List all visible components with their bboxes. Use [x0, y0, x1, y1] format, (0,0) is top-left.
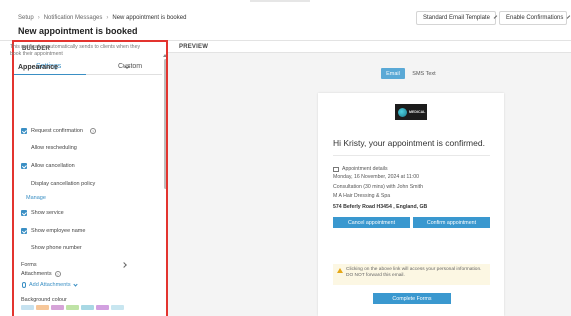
top-strip [0, 0, 571, 4]
calendar-icon [333, 166, 339, 172]
template-select[interactable]: Standard Email Template [416, 11, 498, 25]
colour-swatch-5[interactable] [96, 305, 109, 310]
chevron-down-icon [567, 15, 571, 19]
checkbox-unchecked-icon[interactable] [21, 145, 27, 151]
template-select-label: Standard Email Template [423, 15, 490, 21]
checkbox-unchecked-icon[interactable] [21, 245, 27, 251]
confirm-appointment-button[interactable]: Confirm appointment [413, 217, 490, 228]
breadcrumb-current: New appointment is booked [112, 15, 187, 21]
colour-swatch-2[interactable] [51, 305, 64, 310]
colour-swatch-4[interactable] [81, 305, 94, 310]
chevron-down-icon [72, 281, 78, 287]
warning-text: Clicking on the above link will access y… [346, 267, 482, 278]
option-label: Show employee name [31, 228, 86, 234]
business-name: M A Hair Dressing & Spa [333, 193, 391, 199]
add-attachments-link[interactable]: Add Attachments [22, 281, 78, 288]
warning-icon [337, 268, 343, 273]
appointment-service: Consultation (30 mins) with John Smith [333, 184, 423, 190]
option-label: Allow cancellation [31, 163, 75, 169]
background-colour-label: Background colour [21, 297, 67, 303]
option-label: Allow rescheduling [31, 145, 77, 151]
option-show-employee-name[interactable]: Show employee name [21, 227, 85, 235]
details-label: Appointment details [342, 166, 388, 172]
tab-custom[interactable]: Custom [118, 63, 142, 70]
scroll-up-arrow[interactable] [163, 54, 166, 57]
attachments-label: Attachments [21, 271, 52, 277]
active-tab-indicator [14, 73, 86, 75]
paperclip-icon [22, 282, 26, 288]
email-greeting: Hi Kristy, your appointment is confirmed… [333, 138, 485, 148]
option-display-cancellation-policy[interactable]: Display cancellation policy [21, 180, 95, 188]
info-icon[interactable]: ? [89, 128, 96, 134]
cancel-appointment-button[interactable]: Cancel appointment [333, 217, 410, 228]
option-request-confirmation[interactable]: Request confirmation ? [21, 127, 96, 135]
appointment-details-heading: Appointment details [333, 166, 388, 172]
builder-description: This notification automatically sends to… [10, 44, 141, 57]
checkbox-unchecked-icon[interactable] [21, 181, 27, 187]
colour-swatch-0[interactable] [21, 305, 34, 310]
enable-select-label: Enable Confirmations [506, 15, 564, 21]
email-divider [333, 155, 490, 156]
checkbox-checked-icon[interactable] [21, 210, 27, 216]
option-label: Display cancellation policy [31, 181, 96, 187]
enable-confirmations-select[interactable]: Enable Confirmations [499, 11, 571, 25]
appearance-heading[interactable]: Appearance [18, 64, 58, 71]
preview-heading: PREVIEW [179, 44, 209, 50]
forms-label[interactable]: Forms [21, 262, 37, 268]
business-logo: MEDICAL [395, 104, 427, 120]
complete-forms-button[interactable]: Complete Forms [373, 293, 451, 304]
business-address: 574 Beferly Road H3454 , England, GB [333, 204, 428, 210]
logo-mark-icon [398, 107, 407, 117]
option-label: Show service [31, 210, 64, 216]
option-show-service[interactable]: Show service [21, 209, 64, 217]
add-attachments-label: Add Attachments [29, 282, 71, 288]
info-icon[interactable]: ? [54, 271, 61, 277]
toggle-sms-text[interactable]: SMS Text [407, 68, 441, 79]
option-label: Request confirmation [31, 128, 83, 134]
attachments-row: Attachments ? [21, 271, 61, 277]
option-label: Show phone number [31, 245, 82, 251]
top-mark [250, 0, 310, 2]
toggle-email[interactable]: Email [381, 68, 405, 79]
chevron-down-icon [493, 15, 498, 19]
breadcrumb-separator: › [106, 15, 109, 21]
option-allow-cancellation[interactable]: Allow cancellation [21, 162, 75, 170]
breadcrumb: Setup › Notification Messages › New appo… [18, 15, 186, 21]
warning-notice: Clicking on the above link will access y… [333, 264, 490, 285]
colour-swatches [21, 305, 124, 310]
colour-swatch-3[interactable] [66, 305, 79, 310]
breadcrumb-notification-messages[interactable]: Notification Messages [44, 15, 103, 21]
checkbox-checked-icon[interactable] [21, 163, 27, 169]
scrollbar[interactable] [164, 59, 166, 189]
appointment-date: Monday, 16 November, 2024 at 11:00 [333, 174, 420, 180]
manage-link[interactable]: Manage [26, 195, 46, 201]
option-show-phone-number[interactable]: Show phone number [21, 244, 82, 252]
checkbox-checked-icon[interactable] [21, 128, 27, 134]
colour-swatch-1[interactable] [36, 305, 49, 310]
colour-swatch-6[interactable] [111, 305, 124, 310]
logo-text: MEDICAL [409, 110, 426, 114]
breadcrumb-setup[interactable]: Setup [18, 15, 34, 21]
page-title: New appointment is booked [18, 26, 138, 36]
checkbox-checked-icon[interactable] [21, 228, 27, 234]
option-allow-rescheduling[interactable]: Allow rescheduling [21, 144, 77, 152]
breadcrumb-separator: › [37, 15, 40, 21]
